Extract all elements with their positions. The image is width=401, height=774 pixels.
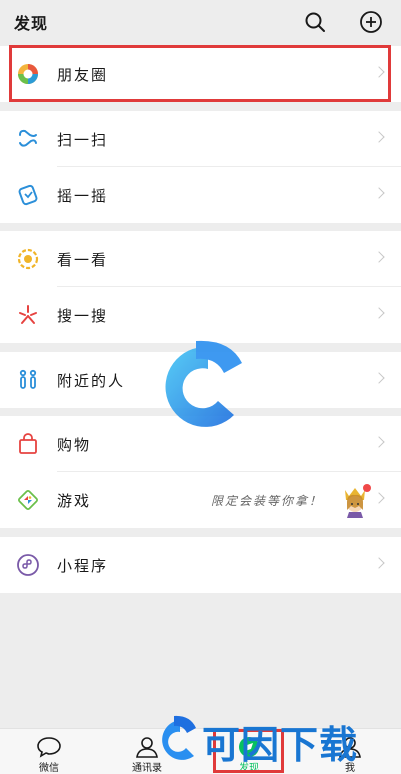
mini-programs-group: 小程序 — [0, 537, 401, 593]
chevron-right-icon — [373, 492, 385, 504]
mini-programs-icon — [17, 554, 39, 576]
nearby-label: 附近的人 — [57, 372, 126, 390]
search-icon[interactable] — [303, 10, 327, 34]
games-promo-text: 限定会装等你拿！ — [210, 494, 323, 508]
people-nearby-icon — [19, 369, 37, 389]
shake-label: 摇一摇 — [57, 187, 109, 205]
watermark-logo-icon — [165, 340, 242, 427]
game-character-avatar — [345, 484, 371, 518]
search-feature-icon — [19, 305, 37, 324]
moments-group: 朋友圈 — [0, 46, 401, 102]
chevron-right-icon — [373, 372, 385, 384]
games-label: 游戏 — [57, 492, 92, 510]
scan-label: 扫一扫 — [57, 131, 109, 149]
top-stories-icon — [17, 248, 39, 270]
top-bar: 发现 — [0, 0, 401, 46]
watermark-text: 可因下载 — [202, 723, 359, 767]
mini-programs-row[interactable]: 小程序 — [0, 537, 401, 593]
add-icon[interactable] — [359, 10, 383, 34]
chevron-right-icon — [373, 187, 385, 199]
chat-bubble-icon — [37, 737, 61, 758]
moments-icon — [18, 64, 38, 84]
moments-label: 朋友圈 — [57, 66, 109, 84]
chevron-right-icon — [373, 307, 385, 319]
chevron-right-icon — [373, 557, 385, 569]
page-title: 发现 — [14, 14, 49, 33]
tab-chats-label: 微信 — [39, 763, 59, 774]
chevron-right-icon — [373, 66, 385, 78]
shopping-bag-icon — [19, 433, 37, 454]
shopping-label: 购物 — [57, 436, 92, 454]
chevron-right-icon — [373, 251, 385, 263]
tab-chats[interactable]: 微信 — [19, 731, 79, 774]
chevron-right-icon — [373, 436, 385, 448]
top-stories-row[interactable]: 看一看 — [0, 231, 401, 287]
moments-row[interactable]: 朋友圈 — [0, 46, 401, 102]
shake-row[interactable]: 摇一摇 — [0, 167, 401, 223]
mini-programs-label: 小程序 — [57, 557, 109, 575]
top-stories-label: 看一看 — [57, 251, 109, 269]
watermark-small-logo-icon — [162, 715, 196, 760]
chevron-right-icon — [373, 131, 385, 143]
search-label: 搜一搜 — [57, 307, 109, 325]
stories-search-group: 看一看 搜一搜 — [0, 231, 401, 343]
scan-icon — [19, 129, 37, 147]
scan-row[interactable]: 扫一扫 — [0, 111, 401, 167]
shake-icon — [18, 184, 38, 206]
scan-shake-group: 扫一扫 摇一摇 — [0, 111, 401, 223]
games-row[interactable]: 游戏 限定会装等你拿！ — [0, 472, 401, 528]
search-row[interactable]: 搜一搜 — [0, 287, 401, 343]
games-icon — [18, 490, 38, 510]
